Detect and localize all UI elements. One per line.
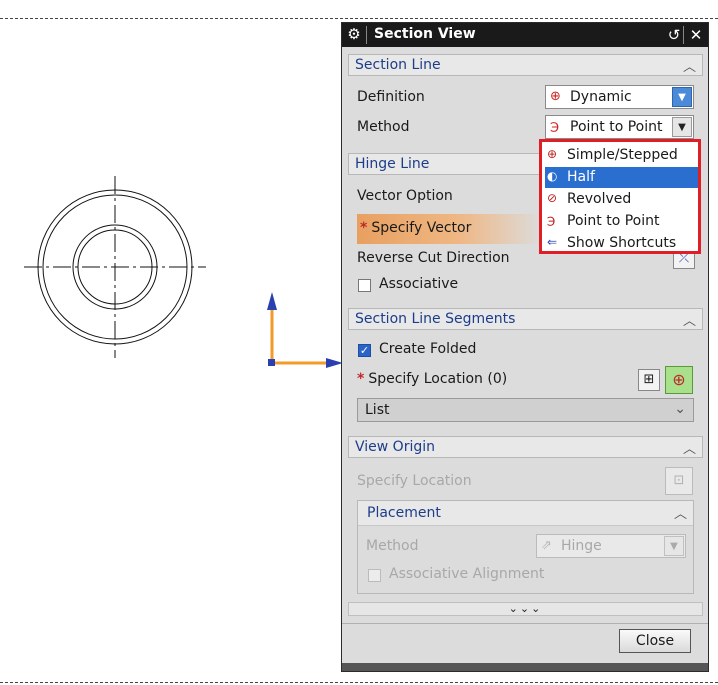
menu-item-half[interactable]: ◐ Half: [545, 167, 698, 188]
circular-part-view: [24, 176, 206, 358]
definition-value: Dynamic: [570, 89, 632, 105]
dialog-bottom-bar: [342, 663, 708, 671]
associative-alignment-checkbox: [368, 569, 381, 582]
group-title: Section Line: [355, 57, 441, 73]
required-marker: *: [357, 371, 365, 387]
collapse-caret-icon[interactable]: ︿: [674, 503, 687, 522]
menu-item-label: Point to Point: [567, 213, 660, 229]
titlebar-separator: [366, 26, 367, 44]
reverse-cut-direction-label: Reverse Cut Direction: [357, 250, 510, 266]
revolved-icon: ⊘: [547, 191, 558, 205]
gear-icon[interactable]: ⚙: [345, 25, 363, 43]
associative-label: Associative: [379, 276, 459, 292]
collapse-caret-icon[interactable]: ︿: [683, 310, 696, 329]
section-line-header[interactable]: Section Line ︿: [348, 54, 703, 76]
point-to-point-icon: ℈: [547, 213, 556, 227]
titlebar-separator: [683, 26, 684, 44]
menu-item-simple-stepped[interactable]: ⊕ Simple/Stepped: [545, 145, 698, 166]
method-label: Method: [357, 119, 410, 135]
vector-option-label: Vector Option: [357, 188, 453, 204]
section-view-dialog: ⚙ Section View ↺ ✕ Section Line ︿ Defini…: [341, 22, 709, 672]
half-icon: ◐: [547, 169, 558, 183]
menu-item-label: Revolved: [567, 191, 632, 207]
method-dropdown[interactable]: ℈ Point to Point ▼: [545, 115, 694, 139]
specify-location-label: Specify Location (0): [368, 371, 508, 387]
create-folded-checkbox[interactable]: ✓: [358, 344, 371, 357]
menu-item-label: Half: [567, 169, 595, 185]
placement-method-dropdown: ⇗ Hinge ▼: [536, 534, 686, 558]
method-value: Point to Point: [570, 119, 663, 135]
group-title: Hinge Line: [355, 156, 430, 172]
chevron-down-icon[interactable]: ▼: [672, 117, 692, 137]
required-marker: *: [360, 220, 368, 236]
method-dropdown-menu: ⊕ Simple/Stepped ◐ Half ⊘ Revolved ℈ Poi…: [539, 139, 701, 254]
more-options-expander[interactable]: ⌄⌄⌄: [348, 602, 703, 616]
group-title: View Origin: [355, 439, 435, 455]
menu-item-show-shortcuts[interactable]: ⇐ Show Shortcuts: [545, 233, 698, 254]
section-line-segments-header[interactable]: Section Line Segments ︿: [348, 308, 703, 330]
definition-label: Definition: [357, 89, 425, 105]
view-origin-specify-location-label: Specify Location: [357, 473, 472, 489]
footer-divider: [342, 623, 708, 624]
close-button[interactable]: Close: [619, 629, 691, 653]
collapse-caret-icon[interactable]: ︿: [683, 438, 696, 457]
group-title: Section Line Segments: [355, 311, 516, 327]
coordinate-axes-icon: [267, 292, 343, 368]
specify-vector-row[interactable]: * Specify Vector: [357, 214, 542, 244]
placement-method-value: Hinge: [561, 538, 602, 554]
create-folded-label: Create Folded: [379, 341, 477, 357]
menu-item-label: Simple/Stepped: [567, 147, 678, 163]
associative-checkbox[interactable]: [358, 279, 371, 292]
point-constructor-icon[interactable]: ⊕: [665, 366, 693, 394]
placement-title: Placement: [367, 505, 441, 521]
specify-vector-label: Specify Vector: [371, 220, 472, 236]
view-origin-header[interactable]: View Origin ︿: [348, 436, 703, 458]
definition-dropdown[interactable]: ⊕ Dynamic ▼: [545, 85, 694, 109]
simple-stepped-icon: ⊕: [547, 147, 558, 161]
associative-alignment-label: Associative Alignment: [389, 566, 545, 582]
menu-item-point-to-point[interactable]: ℈ Point to Point: [545, 211, 698, 232]
list-expander[interactable]: List ⌄: [357, 398, 694, 422]
menu-item-revolved[interactable]: ⊘ Revolved: [545, 189, 698, 210]
dialog-titlebar: ⚙ Section View ↺ ✕: [342, 23, 708, 47]
chevron-down-icon[interactable]: ▼: [672, 87, 692, 107]
menu-item-label: Show Shortcuts: [567, 235, 677, 251]
chevron-down-icon: ▼: [664, 536, 684, 556]
hinge-icon: ⇗: [541, 538, 552, 553]
close-icon[interactable]: ✕: [686, 25, 706, 45]
placement-method-label: Method: [366, 538, 419, 554]
list-label: List: [365, 402, 390, 418]
hinge-line-header[interactable]: Hinge Line: [348, 153, 548, 175]
placement-header[interactable]: Placement ︿: [358, 501, 693, 526]
collapse-caret-icon[interactable]: ︿: [683, 56, 696, 75]
point-to-point-icon: ℈: [550, 119, 560, 134]
show-shortcuts-icon: ⇐: [547, 235, 558, 249]
add-point-icon[interactable]: ⊞: [638, 369, 660, 391]
dynamic-icon: ⊕: [550, 89, 561, 104]
specify-location-icon: ⊡: [665, 467, 693, 495]
chevron-down-icon[interactable]: ⌄: [674, 401, 686, 417]
placement-subgroup: Placement ︿ Method ⇗ Hinge ▼ Associative…: [357, 500, 694, 594]
reset-icon[interactable]: ↺: [664, 25, 684, 45]
dialog-title: Section View: [374, 26, 476, 42]
